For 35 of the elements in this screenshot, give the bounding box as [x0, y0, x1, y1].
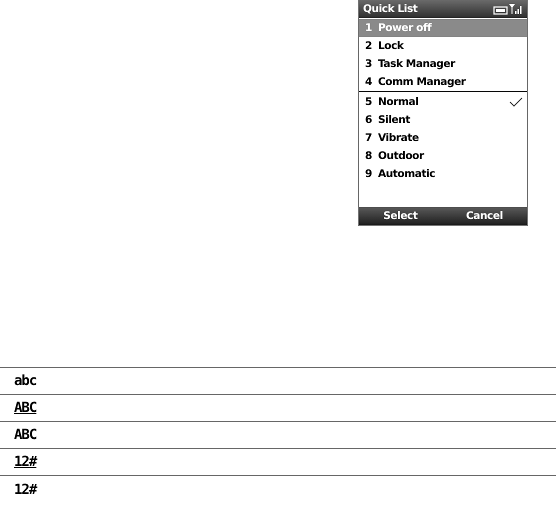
menu-item[interactable]: 6 Silent	[359, 111, 527, 129]
menu-item[interactable]: 5 Normal	[359, 93, 527, 111]
item-number: 5	[365, 96, 373, 108]
menu-item[interactable]: 8 Outdoor	[359, 147, 527, 165]
menu-item[interactable]: 3 Task Manager	[359, 55, 527, 73]
soft-key[interactable]: Cancel	[464, 210, 505, 222]
item-label: Silent	[378, 114, 412, 126]
soft-key[interactable]: Select	[381, 210, 420, 222]
input-mode-label: ABC	[14, 400, 36, 416]
input-mode-label: abc	[14, 373, 36, 389]
screen-title: Quick List	[363, 3, 418, 15]
input-mode-label: 12#	[14, 482, 36, 498]
input-mode-label: 12#	[14, 454, 36, 470]
menu-item[interactable]: 4 Comm Manager	[359, 73, 527, 91]
item-number: 4	[365, 76, 373, 88]
menu-item[interactable]: 7 Vibrate	[359, 129, 527, 147]
menu-item[interactable]: 9 Automatic	[359, 165, 527, 183]
item-number: 8	[365, 150, 373, 162]
item-label: Normal	[378, 96, 420, 108]
item-label: Outdoor	[378, 150, 426, 162]
item-label: Vibrate	[378, 132, 420, 144]
item-number: 3	[365, 58, 373, 70]
item-number: 2	[365, 40, 373, 52]
item-label: Automatic	[378, 168, 436, 180]
item-number: 7	[365, 132, 373, 144]
item-label: Power off	[378, 22, 433, 34]
item-number: 9	[365, 168, 373, 180]
item-number: 6	[365, 114, 373, 126]
item-number: 1	[365, 22, 373, 34]
input-mode-label: ABC	[14, 427, 36, 443]
item-label: Lock	[378, 40, 405, 52]
item-label: Task Manager	[378, 58, 456, 70]
menu-item[interactable]: 2 Lock	[359, 37, 527, 55]
item-label: Comm Manager	[378, 76, 467, 88]
status-icon	[493, 3, 523, 15]
